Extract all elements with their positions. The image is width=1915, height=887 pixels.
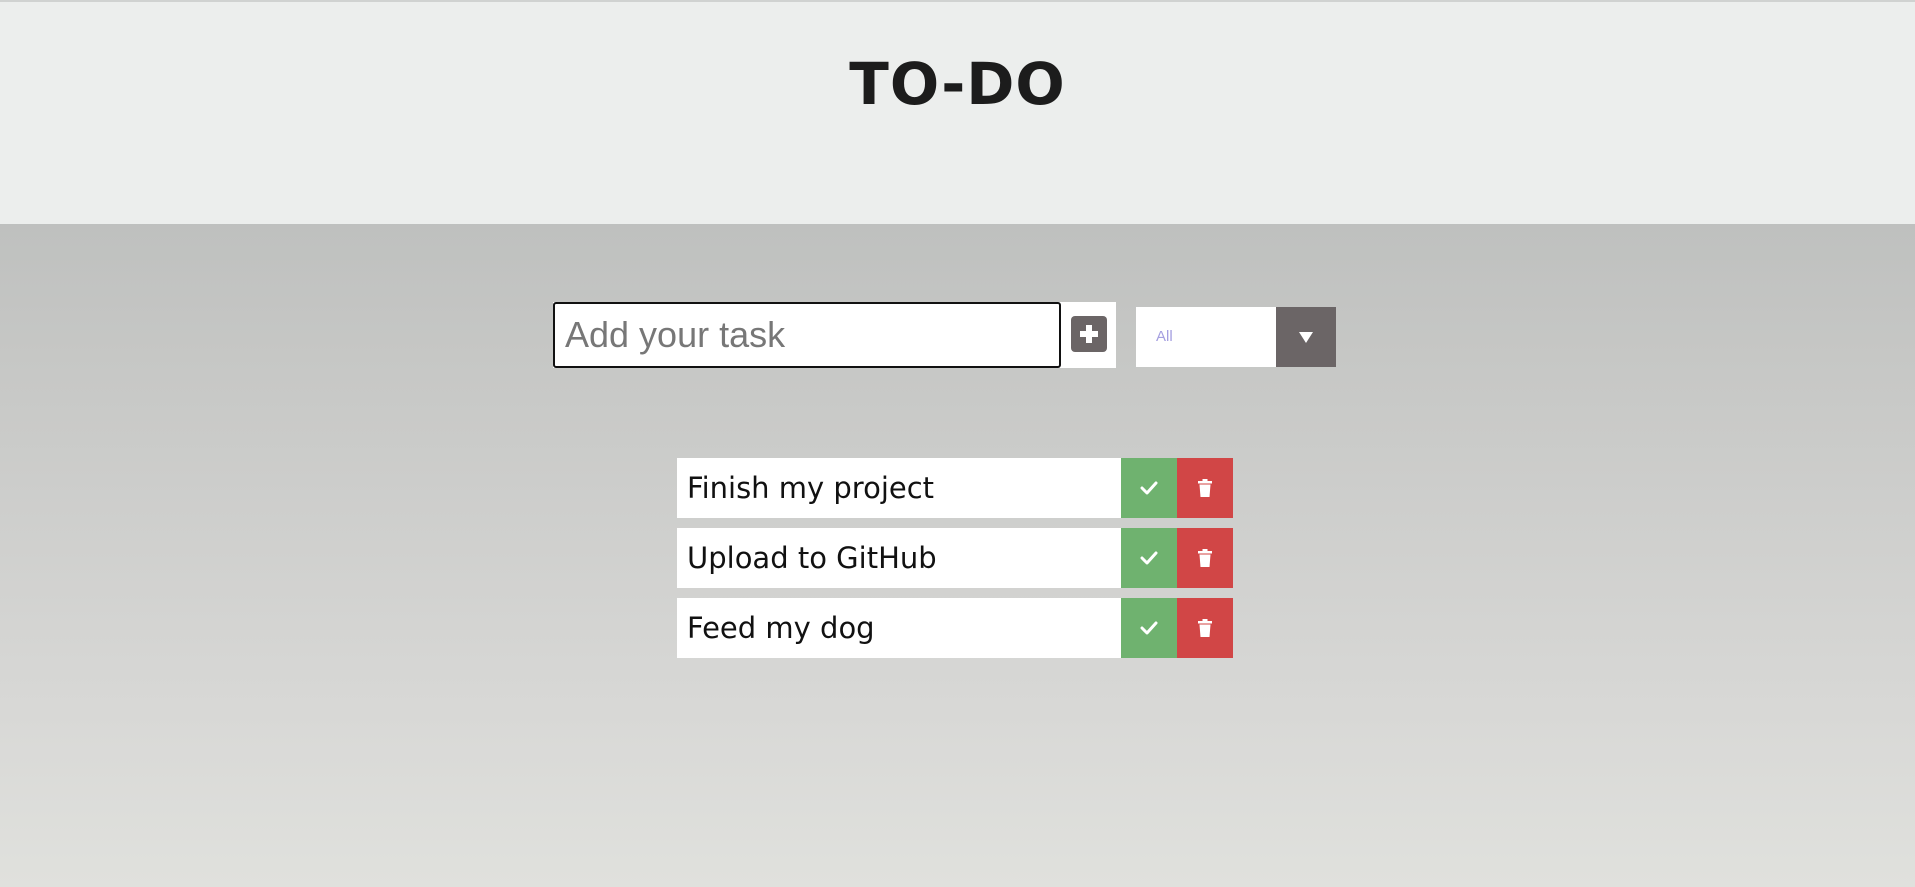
page-title: TO-DO — [849, 49, 1066, 118]
task-input[interactable] — [553, 302, 1061, 368]
todo-list: Finish my project Upload to GitHub Feed … — [677, 458, 1233, 668]
header: TO-DO — [0, 2, 1915, 224]
add-task-button[interactable] — [1071, 316, 1107, 352]
complete-button[interactable] — [1121, 598, 1177, 658]
todo-text: Finish my project — [687, 471, 935, 505]
delete-button[interactable] — [1177, 458, 1233, 518]
delete-button[interactable] — [1177, 598, 1233, 658]
trash-icon — [1198, 479, 1212, 497]
filter-dropdown-toggle[interactable] — [1276, 307, 1336, 367]
check-icon — [1140, 551, 1158, 565]
todo-item: Finish my project — [677, 458, 1233, 518]
task-form — [553, 302, 1116, 368]
check-icon — [1140, 621, 1158, 635]
todo-item: Upload to GitHub — [677, 528, 1233, 588]
complete-button[interactable] — [1121, 528, 1177, 588]
check-icon — [1140, 481, 1158, 495]
complete-button[interactable] — [1121, 458, 1177, 518]
trash-icon — [1198, 549, 1212, 567]
filter-select[interactable]: All — [1136, 307, 1336, 367]
delete-button[interactable] — [1177, 528, 1233, 588]
todo-item: Feed my dog — [677, 598, 1233, 658]
caret-down-icon — [1299, 332, 1313, 343]
plus-icon — [1080, 325, 1098, 343]
todo-text: Upload to GitHub — [687, 541, 937, 575]
filter-selected-value: All — [1156, 328, 1173, 345]
trash-icon — [1198, 619, 1212, 637]
todo-text: Feed my dog — [687, 611, 875, 645]
page: TO-DO All Finish my project — [0, 0, 1915, 887]
